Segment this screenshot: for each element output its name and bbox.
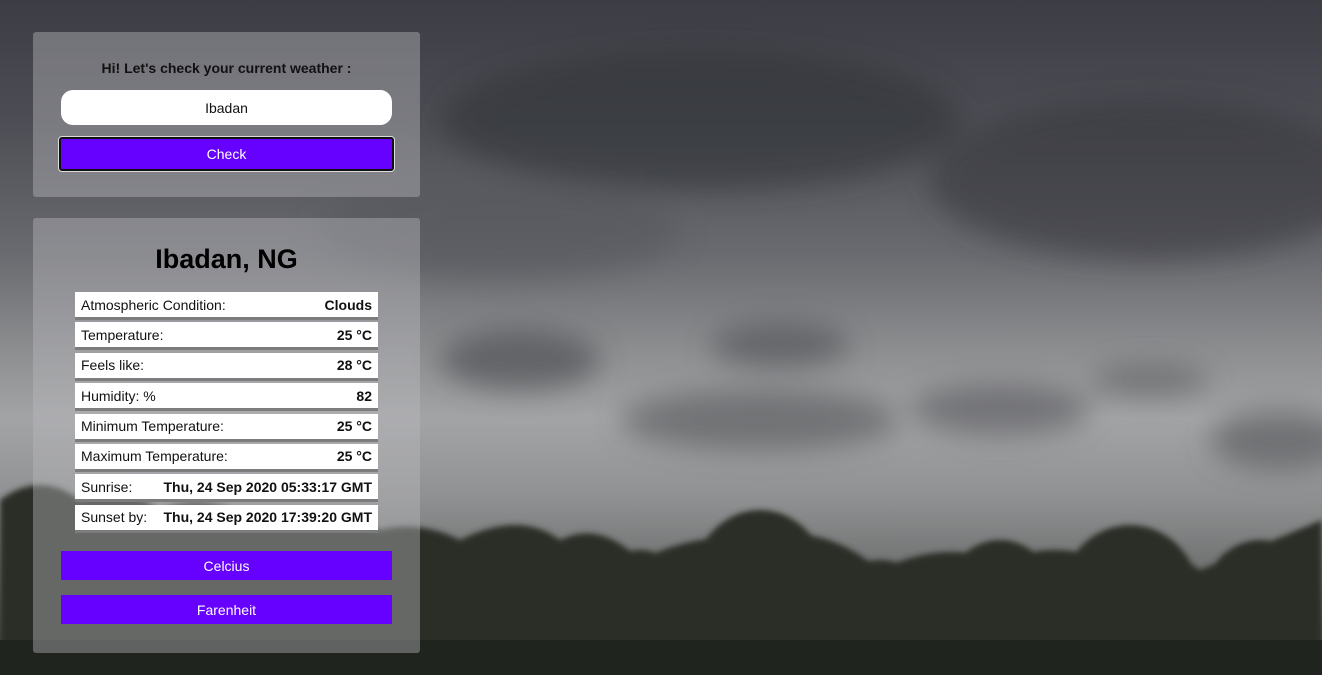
celcius-button[interactable]: Celcius [61, 551, 392, 580]
weather-result-panel: Ibadan, NG Atmospheric Condition: Clouds… [33, 218, 420, 653]
weather-row-min-temperature: Minimum Temperature: 25 °C [75, 413, 378, 442]
row-value: Clouds [324, 296, 372, 313]
weather-row-sunrise: Sunrise: Thu, 24 Sep 2020 05:33:17 GMT [75, 474, 378, 503]
row-label: Sunrise: [81, 478, 133, 495]
weather-row-temperature: Temperature: 25 °C [75, 322, 378, 351]
row-value: 25 °C [336, 448, 372, 465]
row-value: Thu, 24 Sep 2020 05:33:17 GMT [163, 478, 372, 495]
row-label: Humidity: % [81, 387, 156, 404]
row-value: 25 °C [336, 418, 372, 435]
row-value: 28 °C [336, 357, 372, 374]
location-title: Ibadan, NG [155, 244, 298, 274]
greeting-text: Hi! Let's check your current weather : [101, 60, 352, 76]
weather-row-condition: Atmospheric Condition: Clouds [75, 292, 378, 320]
row-value: 82 [356, 387, 372, 404]
weather-row-max-temperature: Maximum Temperature: 25 °C [75, 443, 378, 472]
check-button[interactable]: Check [59, 137, 394, 171]
search-panel: Hi! Let's check your current weather : C… [33, 32, 420, 197]
row-value: Thu, 24 Sep 2020 17:39:20 GMT [163, 509, 372, 526]
farenheit-button[interactable]: Farenheit [61, 595, 392, 624]
weather-row-sunset: Sunset by: Thu, 24 Sep 2020 17:39:20 GMT [75, 504, 378, 533]
row-label: Feels like: [81, 357, 145, 374]
row-label: Temperature: [81, 326, 164, 343]
row-label: Maximum Temperature: [81, 448, 228, 465]
weather-details-list: Atmospheric Condition: Clouds Temperatur… [75, 292, 378, 535]
weather-row-feels-like: Feels like: 28 °C [75, 352, 378, 381]
row-label: Atmospheric Condition: [81, 296, 226, 313]
weather-row-humidity: Humidity: % 82 [75, 383, 378, 412]
row-label: Sunset by: [81, 509, 148, 526]
city-input[interactable] [61, 90, 392, 125]
row-label: Minimum Temperature: [81, 418, 224, 435]
row-value: 25 °C [336, 326, 372, 343]
